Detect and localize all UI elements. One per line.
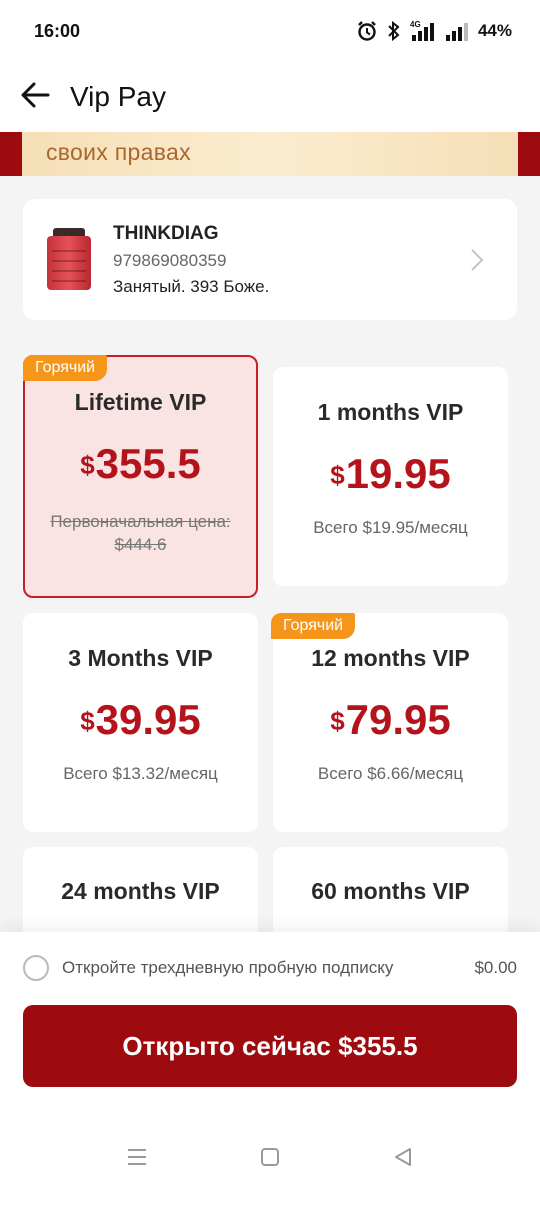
trial-label: Откройте трехдневную пробную подписку <box>62 958 394 977</box>
triangle-back-icon <box>393 1147 413 1172</box>
plan-card-lifetime[interactable]: Горячий Lifetime VIP $355.5 Первоначальн… <box>23 355 258 598</box>
plan-currency: $ <box>330 460 345 490</box>
network-label: 4G <box>410 20 421 29</box>
plan-price-amount: 39.95 <box>95 696 201 743</box>
plan-title: Lifetime VIP <box>74 389 207 415</box>
signal-icon <box>444 20 470 42</box>
plan-note: Всего $6.66/месяц <box>317 764 464 783</box>
plan-price: $355.5 <box>25 440 256 488</box>
plan-original-price: $444.6 <box>114 535 167 554</box>
system-nav-bar <box>0 1138 540 1206</box>
promo-banner-inner: своих правах <box>22 132 518 176</box>
open-now-button[interactable]: Открыто сейчас $355.5 <box>23 1005 517 1087</box>
plan-title: 60 months VIP <box>311 878 470 904</box>
plan-price-amount: 79.95 <box>345 696 451 743</box>
signal-icon: 4G <box>410 20 436 42</box>
bluetooth-icon <box>386 20 402 42</box>
home-button[interactable] <box>250 1139 290 1179</box>
plan-card-12-months[interactable]: Горячий 12 months VIP $79.95 Всего $6.66… <box>271 613 508 832</box>
plan-card-3-months[interactable]: 3 Months VIP $39.95 Всего $13.32/месяц <box>23 613 258 832</box>
square-icon <box>260 1147 280 1172</box>
plan-title: 1 months VIP <box>317 399 464 425</box>
device-serial: 979869080359 <box>113 250 227 270</box>
trial-radio[interactable] <box>23 955 49 981</box>
plan-currency: $ <box>80 706 95 736</box>
plan-currency: $ <box>330 706 345 736</box>
alarm-icon <box>356 20 378 42</box>
status-icons: 4G 44% <box>356 20 512 42</box>
device-info: THINKDIAG 979869080359 Занятый. 393 Боже… <box>113 223 457 297</box>
device-card[interactable]: THINKDIAG 979869080359 Занятый. 393 Боже… <box>23 199 517 320</box>
trial-row[interactable]: Откройте трехдневную пробную подписку $0… <box>23 954 517 982</box>
status-time: 16:00 <box>34 20 81 41</box>
recent-apps-button[interactable] <box>117 1139 157 1179</box>
plan-title: 24 months VIP <box>61 878 220 904</box>
hot-badge: Горячий <box>23 355 108 381</box>
plan-currency: $ <box>80 450 95 480</box>
plan-price: $19.95 <box>273 450 508 498</box>
hot-badge: Горячий <box>271 613 356 639</box>
chevron-right-icon <box>457 247 497 273</box>
arrow-left-icon <box>20 82 50 113</box>
promo-banner: своих правах <box>0 132 540 176</box>
plan-price: $39.95 <box>23 696 258 744</box>
device-image <box>47 227 91 292</box>
menu-icon <box>126 1147 148 1172</box>
plan-price-amount: 19.95 <box>345 450 451 497</box>
plan-price: $79.95 <box>273 696 508 744</box>
status-bar: 16:00 4G 44% <box>0 0 540 62</box>
plan-title: 3 Months VIP <box>68 645 213 671</box>
bottom-sheet: Откройте трехдневную пробную подписку $0… <box>0 932 540 1206</box>
plan-note: Всего $19.95/месяц <box>313 518 468 537</box>
plan-price-amount: 355.5 <box>95 440 201 487</box>
trial-price: $0.00 <box>474 958 517 977</box>
device-status: Занятый. 393 Боже. <box>113 276 270 296</box>
battery-percent: 44% <box>477 21 512 40</box>
plan-note: Всего $13.32/месяц <box>63 764 218 783</box>
back-button[interactable] <box>0 62 70 132</box>
page-title: Vip Pay <box>70 81 166 112</box>
plan-original-label: Первоначальная цена: <box>50 512 231 531</box>
promo-banner-text: своих правах <box>46 139 191 165</box>
plan-card-1-month[interactable]: 1 months VIP $19.95 Всего $19.95/месяц <box>273 367 508 586</box>
plan-title: 12 months VIP <box>311 645 470 671</box>
device-name: THINKDIAG <box>113 222 219 244</box>
back-nav-button[interactable] <box>383 1139 423 1179</box>
app-header: Vip Pay <box>0 62 540 132</box>
